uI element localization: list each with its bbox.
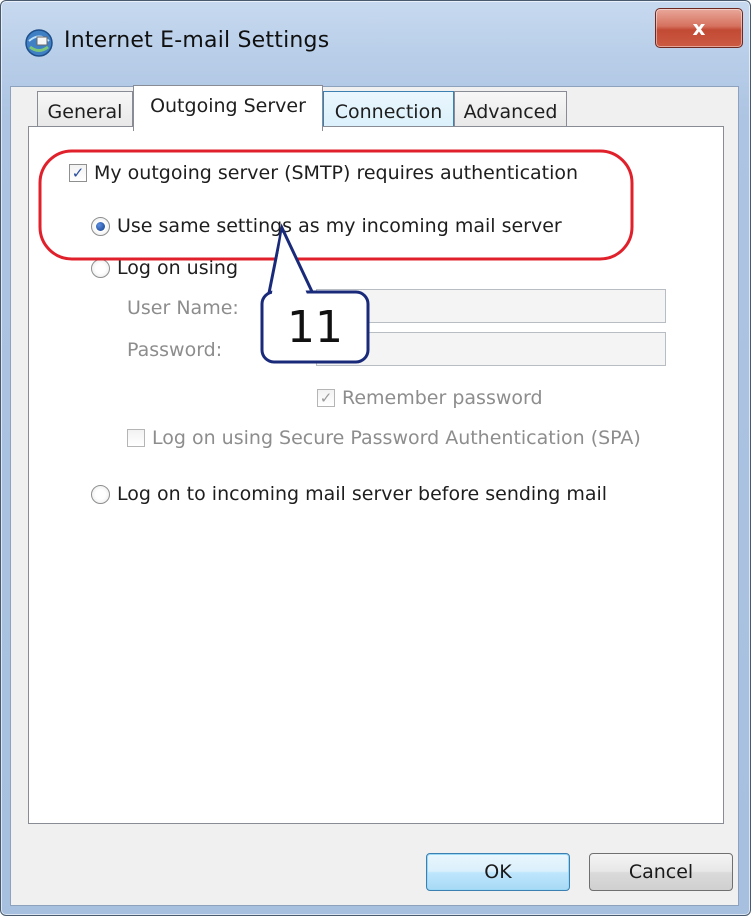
- close-icon: x: [692, 16, 706, 40]
- remember-password-label: Remember password: [342, 387, 543, 409]
- log-on-using-radio-row[interactable]: Log on using: [91, 257, 238, 279]
- tab-advanced[interactable]: Advanced: [454, 91, 567, 131]
- close-button[interactable]: x: [655, 8, 743, 48]
- outgoing-server-panel: ✓ My outgoing server (SMTP) requires aut…: [28, 126, 724, 824]
- outlook-app-icon: [24, 28, 54, 58]
- user-name-label-text: User Name:: [127, 297, 239, 319]
- spa-label: Log on using Secure Password Authenticat…: [152, 427, 641, 449]
- user-name-label: User Name:: [127, 297, 239, 319]
- window-title: Internet E-mail Settings: [64, 28, 330, 53]
- ok-button-label: OK: [484, 861, 512, 883]
- tab-outgoing-server[interactable]: Outgoing Server: [133, 85, 323, 131]
- spa-checkbox[interactable]: [127, 429, 145, 447]
- tab-connection[interactable]: Connection: [323, 91, 454, 131]
- smtp-auth-checkbox-row[interactable]: ✓ My outgoing server (SMTP) requires aut…: [69, 162, 578, 184]
- same-settings-radio-row[interactable]: Use same settings as my incoming mail se…: [91, 215, 562, 237]
- ok-button[interactable]: OK: [426, 853, 570, 891]
- same-settings-label: Use same settings as my incoming mail se…: [117, 215, 562, 237]
- tab-advanced-label: Advanced: [463, 100, 558, 123]
- pop-before-smtp-radio[interactable]: [91, 484, 110, 504]
- smtp-auth-label: My outgoing server (SMTP) requires authe…: [94, 162, 579, 184]
- cancel-button[interactable]: Cancel: [589, 853, 733, 891]
- password-field[interactable]: [316, 332, 666, 366]
- pop-before-smtp-label: Log on to incoming mail server before se…: [117, 483, 608, 505]
- password-label-text: Password:: [127, 339, 223, 361]
- cancel-button-label: Cancel: [628, 861, 694, 883]
- remember-password-checkbox[interactable]: ✓: [317, 389, 335, 407]
- spa-row[interactable]: Log on using Secure Password Authenticat…: [127, 427, 641, 449]
- log-on-using-label: Log on using: [117, 257, 239, 279]
- step-number-badge: 11: [287, 301, 343, 353]
- tab-general-label: General: [47, 100, 123, 123]
- same-settings-radio[interactable]: [91, 216, 110, 236]
- title-bar[interactable]: Internet E-mail Settings x: [0, 0, 753, 80]
- smtp-auth-checkbox[interactable]: ✓: [69, 164, 87, 182]
- radio-selected-dot: [96, 221, 105, 231]
- tab-general[interactable]: General: [37, 91, 133, 131]
- pop-before-smtp-row[interactable]: Log on to incoming mail server before se…: [91, 483, 607, 505]
- tab-outgoing-server-label: Outgoing Server: [150, 94, 306, 117]
- tab-connection-label: Connection: [334, 100, 443, 123]
- log-on-using-radio[interactable]: [91, 258, 110, 278]
- remember-password-row[interactable]: ✓ Remember password: [317, 387, 543, 409]
- password-label: Password:: [127, 339, 222, 361]
- user-name-field[interactable]: [316, 289, 666, 323]
